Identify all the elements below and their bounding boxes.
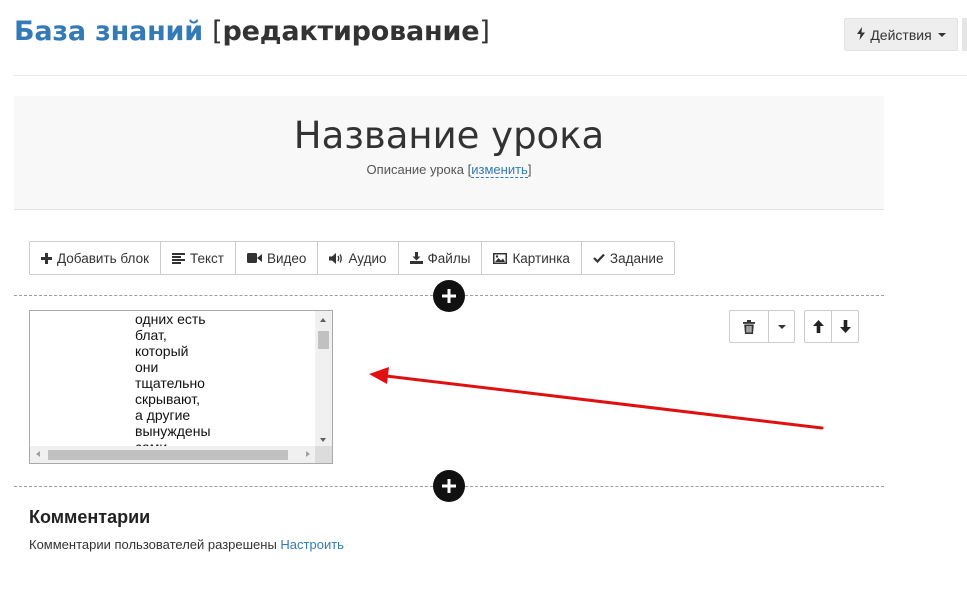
lesson-title[interactable]: Название урока: [14, 114, 884, 157]
header-divider: [14, 75, 967, 76]
vertical-scroll-thumb[interactable]: [318, 331, 329, 349]
header-extra-button[interactable]: [962, 18, 967, 51]
editor-line: вынуждены: [135, 423, 211, 439]
move-up-button[interactable]: [805, 311, 832, 342]
configure-comments-link[interactable]: Настроить: [280, 537, 344, 552]
plus-icon: [442, 479, 456, 493]
caret-down-icon: [777, 324, 786, 329]
add-block-button[interactable]: Добавить блок: [30, 242, 161, 274]
lesson-description-bracket: [изменить]: [467, 162, 532, 178]
editor-line: одних есть: [135, 311, 206, 327]
align-left-icon: [171, 252, 185, 264]
task-block-button[interactable]: Задание: [581, 242, 675, 274]
comments-title: Комментарии: [29, 507, 151, 527]
plus-icon: [41, 252, 52, 264]
move-down-button[interactable]: [832, 311, 858, 342]
editor-content[interactable]: одних есть блат, который они тщательно с…: [135, 311, 315, 455]
text-editor[interactable]: одних есть блат, который они тщательно с…: [29, 310, 333, 464]
scroll-up-icon[interactable]: [320, 318, 326, 322]
edit-description-link[interactable]: изменить: [471, 162, 528, 178]
insert-block-button[interactable]: [433, 280, 465, 312]
page-title-mode-text: редактирование: [222, 16, 480, 47]
move-button-group: [804, 310, 859, 343]
editor-line: а другие: [135, 407, 191, 423]
text-block-button[interactable]: Текст: [160, 242, 236, 274]
actions-dropdown-button[interactable]: Действия: [844, 18, 958, 51]
scroll-right-icon[interactable]: [306, 451, 310, 457]
lesson-description: Описание урока [изменить]: [14, 162, 884, 178]
volume-icon: [329, 252, 343, 264]
insert-block-button[interactable]: [433, 470, 465, 502]
page-title-mode: [редактирование]: [212, 16, 490, 47]
add-block-label: Добавить блок: [57, 250, 149, 266]
arrow-up-icon: [812, 320, 824, 333]
actions-label: Действия: [870, 26, 932, 43]
text-block-label: Текст: [189, 250, 224, 266]
files-block-button[interactable]: Файлы: [398, 242, 483, 274]
page-title: База знаний [редактирование]: [14, 16, 490, 47]
check-icon: [593, 253, 605, 263]
lesson-description-text: Описание урока: [366, 162, 464, 177]
comments-status-text: Комментарии пользователей разрешены: [29, 537, 277, 552]
download-icon: [409, 252, 423, 264]
editor-line: они: [135, 359, 159, 375]
arrow-down-icon: [839, 320, 851, 333]
page-title-main: База знаний: [14, 16, 203, 47]
editor-line: блат,: [135, 327, 167, 343]
trash-icon: [743, 319, 755, 334]
plus-icon: [442, 289, 456, 303]
audio-block-button[interactable]: Аудио: [318, 242, 399, 274]
scrollbar-corner: [315, 446, 332, 463]
horizontal-scroll-thumb[interactable]: [48, 450, 288, 460]
audio-block-label: Аудио: [348, 250, 387, 266]
lesson-header: Название урока Описание урока [изменить]: [14, 96, 884, 210]
comments-status: Комментарии пользователей разрешены Наст…: [29, 537, 344, 552]
video-camera-icon: [246, 253, 262, 263]
delete-button-group: [729, 310, 795, 343]
editor-line: который: [135, 343, 189, 359]
annotation-arrow: [369, 367, 824, 430]
video-block-label: Видео: [266, 250, 307, 266]
vertical-scrollbar[interactable]: [315, 311, 332, 447]
lightning-icon: [856, 26, 866, 43]
scroll-left-icon[interactable]: [36, 451, 40, 457]
image-block-label: Картинка: [512, 250, 570, 266]
files-block-label: Файлы: [427, 250, 471, 266]
block-toolbar: Добавить блок Текст Видео Аудио Файлы Ка…: [29, 241, 676, 275]
caret-down-icon: [937, 32, 946, 37]
video-block-button[interactable]: Видео: [235, 242, 319, 274]
image-block-button[interactable]: Картинка: [482, 242, 582, 274]
delete-options-dropdown[interactable]: [769, 311, 794, 342]
editor-line: скрывают,: [135, 391, 200, 407]
editor-line: тщательно: [135, 375, 205, 391]
task-block-label: Задание: [609, 250, 664, 266]
scroll-down-icon[interactable]: [320, 438, 326, 442]
delete-block-button[interactable]: [730, 311, 769, 342]
image-icon: [493, 252, 508, 264]
horizontal-scrollbar[interactable]: [30, 446, 316, 463]
